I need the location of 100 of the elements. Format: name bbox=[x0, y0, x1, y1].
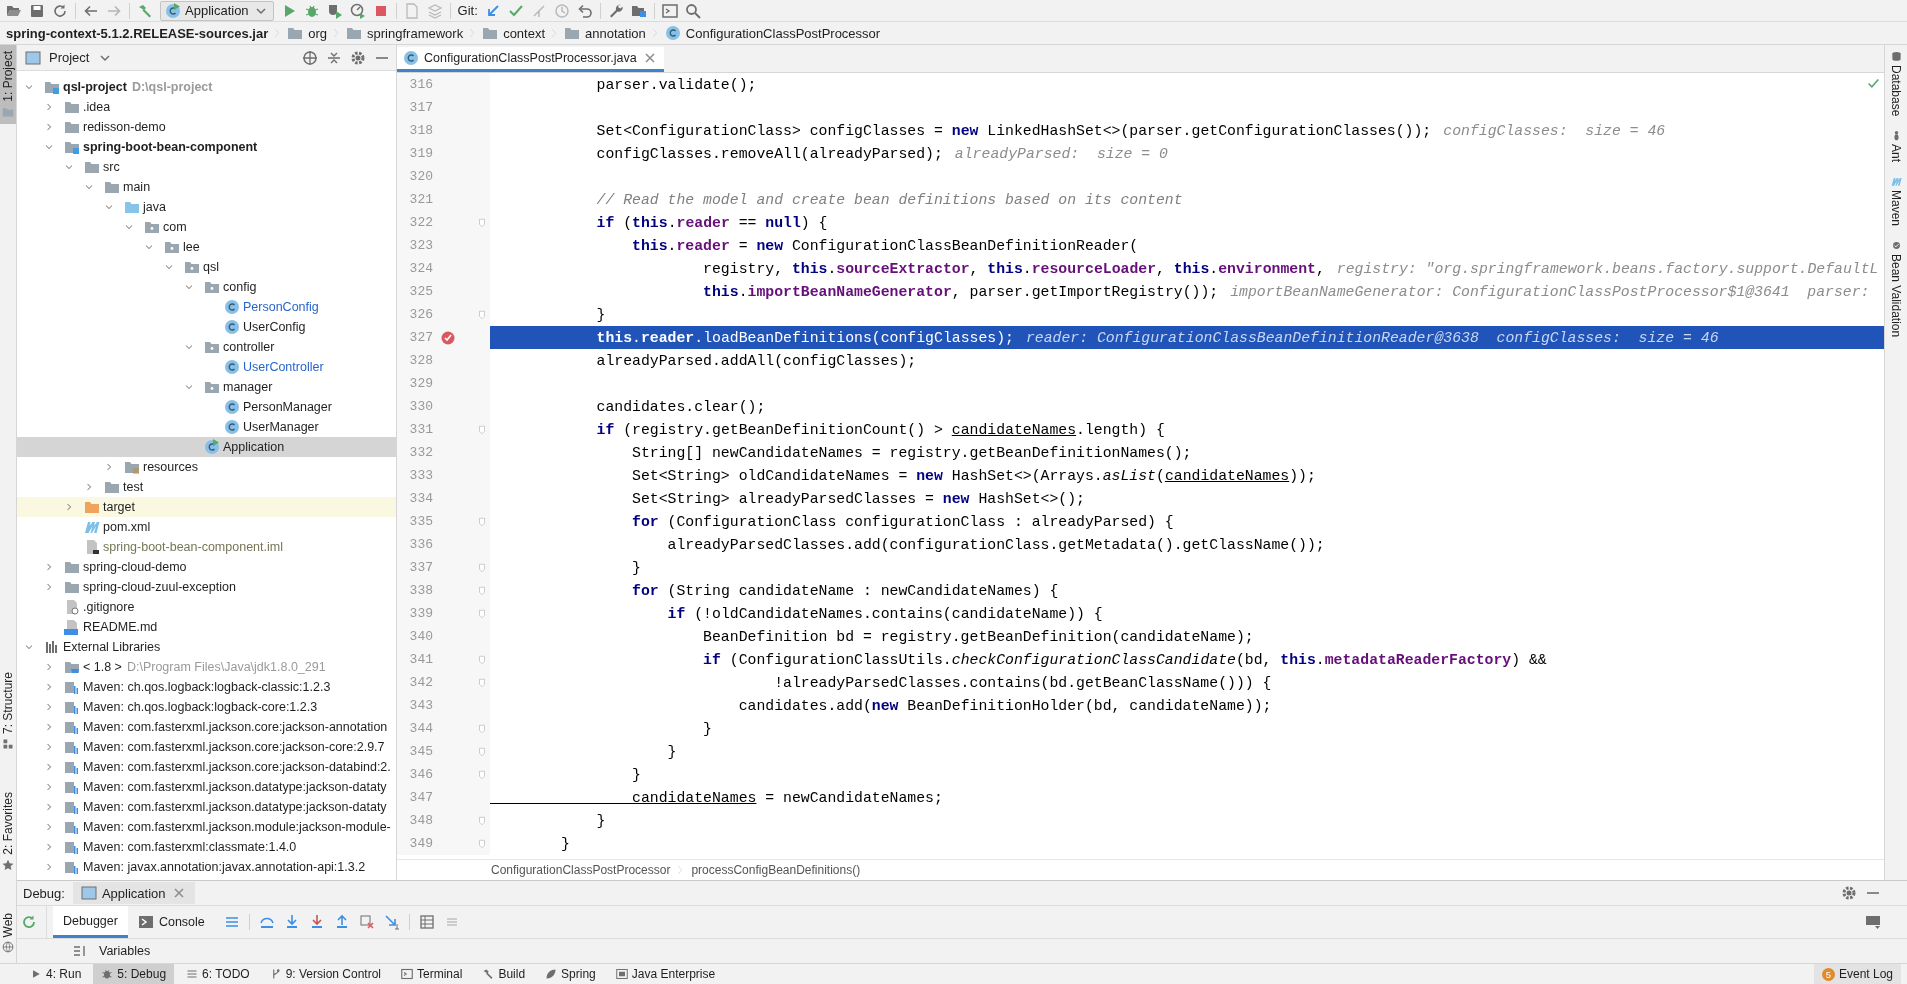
tree-item[interactable]: manager bbox=[223, 380, 273, 394]
fold-marker-icon[interactable] bbox=[477, 585, 487, 596]
tree-item[interactable]: UserManager bbox=[243, 420, 319, 434]
fold-marker-icon[interactable] bbox=[477, 815, 487, 826]
shield-icon[interactable] bbox=[326, 2, 343, 19]
tree-item[interactable]: Maven: com.fasterxml.jackson.datatype:jackson-dataty bbox=[83, 780, 387, 794]
tool-window-tab[interactable]: 1: Project bbox=[0, 45, 16, 124]
event-log-button[interactable]: 5 Event Log bbox=[1813, 964, 1901, 984]
tree-item[interactable]: Maven: com.fasterxml:classmate:1.4.0 bbox=[83, 840, 297, 854]
tree-item[interactable]: UserConfig bbox=[243, 320, 306, 334]
tree-item[interactable]: qsl-project D:\qsl-project bbox=[63, 80, 213, 94]
layout-icon[interactable] bbox=[1865, 914, 1881, 930]
tree-item[interactable]: Maven: ch.qos.logback:logback-classic:1.2.3 bbox=[83, 680, 331, 694]
tree-item[interactable]: java bbox=[143, 200, 166, 214]
tree-item[interactable]: .gitignore bbox=[83, 600, 135, 614]
save-icon[interactable] bbox=[29, 2, 45, 19]
tree-item[interactable]: redisson-demo bbox=[83, 120, 166, 134]
hammer-icon[interactable] bbox=[137, 2, 153, 19]
tree-item[interactable]: .idea bbox=[83, 100, 111, 114]
breadcrumb-item[interactable]: annotation bbox=[585, 25, 646, 41]
tool-window-tab[interactable]: 7: Structure bbox=[0, 665, 16, 756]
tool-window-button[interactable]: 4: Run bbox=[22, 964, 90, 984]
tool-window-tab[interactable]: Ant bbox=[1885, 130, 1907, 163]
tool-window-tab[interactable]: Bean Validation bbox=[1885, 240, 1907, 338]
tree-item[interactable]: README.md bbox=[83, 620, 158, 634]
tree-item[interactable]: test bbox=[123, 480, 144, 494]
tree-item[interactable]: PersonManager bbox=[243, 400, 332, 414]
breadcrumb-item[interactable]: org bbox=[308, 25, 328, 41]
fold-marker-icon[interactable] bbox=[477, 838, 487, 849]
tool-window-button[interactable]: Terminal bbox=[393, 964, 471, 984]
run-to-cursor-icon[interactable] bbox=[383, 914, 400, 930]
fold-marker-icon[interactable] bbox=[477, 562, 487, 573]
breakpoint-icon[interactable] bbox=[440, 329, 456, 346]
tool-window-button[interactable]: Build bbox=[474, 964, 534, 984]
terminal-icon[interactable] bbox=[661, 2, 678, 19]
tree-item[interactable]: src bbox=[103, 160, 120, 174]
tree-item[interactable]: Maven: com.fasterxml.jackson.core:jackson-databind:2. bbox=[83, 760, 391, 774]
tree-item[interactable]: resources bbox=[143, 460, 198, 474]
settings-icon[interactable] bbox=[1841, 885, 1857, 901]
session-tab[interactable]: Application bbox=[72, 882, 195, 904]
tree-item[interactable]: UserController bbox=[243, 360, 324, 374]
breadcrumb-item[interactable]: ConfigurationClassPostProcessor bbox=[685, 25, 881, 41]
fold-marker-icon[interactable] bbox=[477, 654, 487, 665]
refresh-icon[interactable] bbox=[52, 2, 68, 19]
drop-frame-icon[interactable] bbox=[358, 914, 375, 930]
table-icon[interactable] bbox=[418, 914, 435, 930]
tree-item[interactable]: target bbox=[103, 500, 135, 514]
tree-item[interactable]: controller bbox=[223, 340, 275, 354]
tool-window-tab[interactable]: Database bbox=[1885, 51, 1907, 117]
search-icon[interactable] bbox=[684, 2, 701, 19]
breadcrumb-item[interactable]: context bbox=[503, 25, 546, 41]
tree-item[interactable]: com bbox=[163, 220, 187, 234]
tool-window-tab[interactable]: Web bbox=[0, 906, 16, 959]
tree-item[interactable]: Application bbox=[223, 440, 285, 454]
tree-item[interactable]: Maven: com.fasterxml.jackson.module:jackson-module- bbox=[83, 820, 391, 834]
tree-item[interactable]: Maven: com.fasterxml.jackson.core:jackson-annotation bbox=[83, 720, 388, 734]
breadcrumb-item[interactable]: spring-context-5.1.2.RELEASE-sources.jar bbox=[6, 25, 269, 41]
debugger-tab[interactable]: Debugger bbox=[53, 906, 128, 938]
tree-item[interactable]: qsl bbox=[203, 260, 219, 274]
breadcrumb-item[interactable]: processConfigBeanDefinitions() bbox=[691, 863, 861, 877]
panel-title[interactable]: Project bbox=[49, 50, 90, 65]
tree-item[interactable]: Maven: com.fasterxml.jackson.core:jackson-core:2.9.7 bbox=[83, 740, 385, 754]
crosshair-icon[interactable] bbox=[302, 49, 318, 66]
fold-marker-icon[interactable] bbox=[477, 516, 487, 527]
clock-icon[interactable] bbox=[553, 2, 570, 19]
tool-window-button[interactable]: 9: Version Control bbox=[261, 964, 390, 984]
rerun-icon[interactable] bbox=[21, 914, 37, 930]
lines-icon[interactable] bbox=[223, 914, 240, 930]
fold-marker-icon[interactable] bbox=[477, 608, 487, 619]
tree-item[interactable]: main bbox=[123, 180, 151, 194]
tree-item[interactable]: spring-cloud-demo bbox=[83, 560, 187, 574]
fold-marker-icon[interactable] bbox=[477, 309, 487, 320]
editor-tab[interactable]: ConfigurationClassPostProcessor.java bbox=[397, 47, 664, 72]
tree-item[interactable]: spring-cloud-zuul-exception bbox=[83, 580, 236, 594]
tool-window-tab[interactable]: 2: Favorites bbox=[0, 785, 16, 877]
gauge-icon[interactable] bbox=[349, 2, 366, 19]
tree-item[interactable]: External Libraries bbox=[63, 640, 161, 654]
fold-marker-icon[interactable] bbox=[477, 769, 487, 780]
debugger-tab[interactable]: Console bbox=[127, 906, 215, 938]
tree-item[interactable]: config bbox=[223, 280, 257, 294]
tree-item[interactable]: Maven: ch.qos.logback:logback-core:1.2.3 bbox=[83, 700, 318, 714]
tree-item[interactable]: Maven: com.fasterxml.jackson.datatype:jackson-dataty bbox=[83, 800, 387, 814]
fold-marker-icon[interactable] bbox=[477, 677, 487, 688]
tree-item[interactable]: PersonConfig bbox=[243, 300, 319, 314]
tree-item[interactable]: < 1.8 > D:\Program Files\Java\jdk1.8.0_291 bbox=[83, 660, 326, 674]
settings-icon[interactable] bbox=[350, 49, 366, 66]
tool-window-button[interactable]: Spring bbox=[537, 964, 604, 984]
stack-icon[interactable] bbox=[426, 2, 443, 19]
tool-window-button[interactable]: 5: Debug bbox=[93, 964, 175, 984]
fold-marker-icon[interactable] bbox=[477, 723, 487, 734]
tree-item[interactable]: spring-boot-bean-component bbox=[83, 140, 258, 154]
breadcrumb-item[interactable]: ConfigurationClassPostProcessor bbox=[491, 863, 671, 877]
tree-item[interactable]: spring-boot-bean-component.iml bbox=[103, 540, 283, 554]
fold-marker-icon[interactable] bbox=[477, 746, 487, 757]
tree-item[interactable]: pom.xml bbox=[103, 520, 151, 534]
run-configuration-dropdown[interactable]: Application bbox=[160, 0, 274, 21]
tree-item[interactable]: Maven: javax.annotation:javax.annotation-api:1.3.2 bbox=[83, 860, 366, 874]
fold-marker-icon[interactable] bbox=[477, 217, 487, 228]
document-icon[interactable] bbox=[403, 2, 420, 19]
breadcrumb-item[interactable]: springframework bbox=[367, 25, 464, 41]
